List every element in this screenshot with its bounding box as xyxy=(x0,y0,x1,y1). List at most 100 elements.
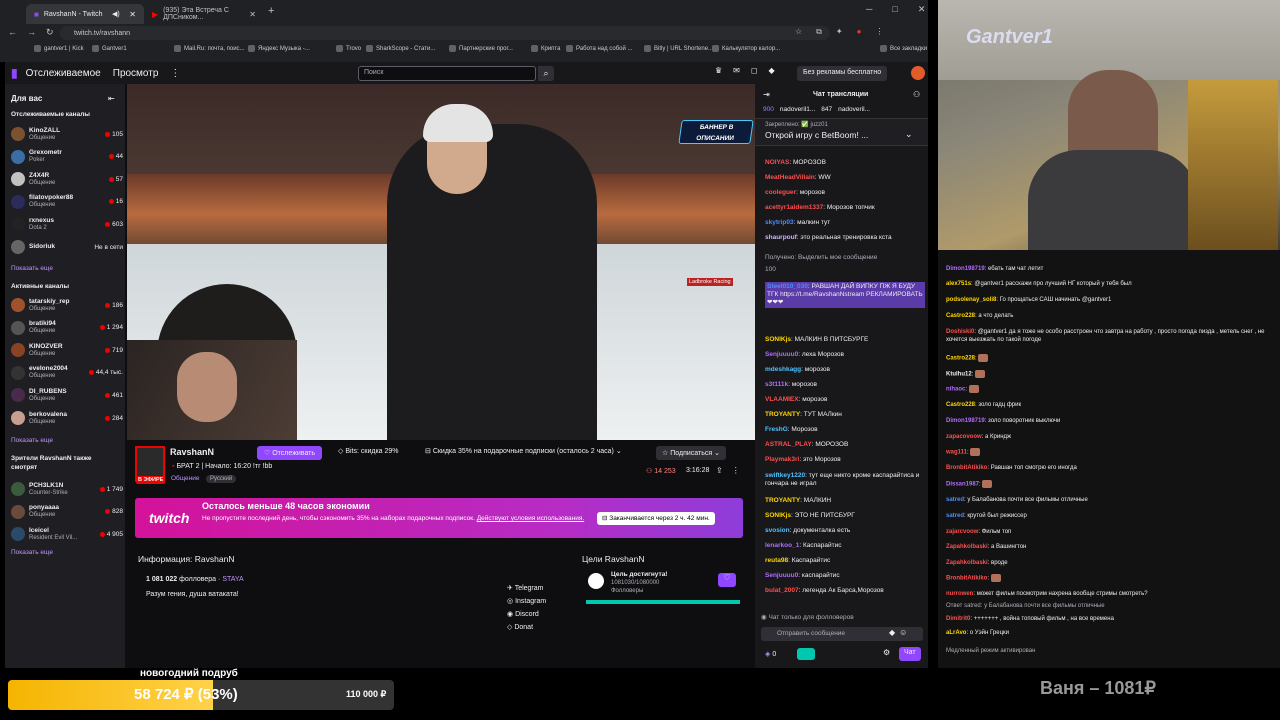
chat-username[interactable]: bulat_2007 xyxy=(765,587,799,594)
chat-username[interactable]: swiftkey1220 xyxy=(765,472,805,479)
chevron-down-icon[interactable]: ⌄ xyxy=(905,129,913,140)
chat-username[interactable]: acettyr1aldem1337 xyxy=(765,204,823,211)
bookmark-item[interactable]: Яндекс Музыка -... xyxy=(248,45,310,52)
more-icon[interactable]: ⋮ xyxy=(732,466,740,475)
bits-icon[interactable]: ◆ xyxy=(769,66,775,75)
streamer-name[interactable]: RavshanN xyxy=(170,447,214,457)
bookmark-item[interactable]: Партнерские прог... xyxy=(449,45,513,52)
prime-icon[interactable]: ♛ xyxy=(715,66,722,75)
bookmark-item[interactable]: SharkScope - Стати... xyxy=(366,45,435,52)
reload-icon[interactable]: ↻ xyxy=(46,27,54,38)
leaderboard-entry[interactable]: nadoveril... xyxy=(838,106,870,113)
sidebar-channel[interactable]: ponyaaaa Общение 828 xyxy=(11,502,123,522)
channel-points[interactable]: ◈ 0 xyxy=(765,650,776,658)
social-link[interactable]: ✈ Telegram xyxy=(507,584,543,592)
sidebar-channel[interactable]: berkovalena Общение 284 xyxy=(11,408,123,428)
close-tab-icon[interactable]: ✕ xyxy=(249,10,256,19)
chat-username[interactable]: cooleguer xyxy=(765,189,796,196)
notifications-icon[interactable]: ◻ xyxy=(751,66,758,75)
share-icon[interactable]: ⇪ xyxy=(716,466,723,475)
bookmark-item[interactable]: Работа над собой ... xyxy=(566,45,632,52)
social-link[interactable]: ◎ Instagram xyxy=(507,597,546,605)
users-icon[interactable]: ⚇ xyxy=(913,90,920,99)
address-bar[interactable]: twitch.tv/ravshann xyxy=(60,26,830,40)
chat-username[interactable]: Playmak3ri xyxy=(765,456,799,463)
gift-icon[interactable] xyxy=(797,648,815,660)
social-link[interactable]: ◇ Donat xyxy=(507,623,533,631)
subs-discount[interactable]: ⊟ Скидка 35% на подарочные подписки (ост… xyxy=(425,447,622,455)
extension-icon[interactable]: ⧉ xyxy=(816,27,822,37)
collapse-chat-icon[interactable]: ⇥ xyxy=(763,90,770,99)
chat-username[interactable]: TROYANTY xyxy=(765,497,800,504)
chat-send-button[interactable]: Чат xyxy=(899,647,921,661)
bookmark-item[interactable]: Bitly | URL Shortene... xyxy=(644,45,713,52)
leaderboard-entry[interactable]: nadoveril1... xyxy=(780,106,815,113)
bookmark-item[interactable]: gantver1 | Kick xyxy=(34,45,84,52)
inbox-icon[interactable]: ✉ xyxy=(733,66,740,75)
show-more-followed[interactable]: Показать еще xyxy=(11,265,53,272)
sidebar-channel[interactable]: Sidoriuk Не в сети xyxy=(11,237,123,257)
more-icon[interactable]: ⋮ xyxy=(170,68,180,79)
mute-icon[interactable]: ◀) xyxy=(112,10,120,18)
emote-icon[interactable]: ☺ xyxy=(899,628,907,637)
chat-username[interactable]: MeatHeadVillain xyxy=(765,174,815,181)
sidebar-channel[interactable]: KinoZALL Общение 105 xyxy=(11,124,123,144)
sidebar-channel[interactable]: filatovpoker88 Общение 16 xyxy=(11,192,123,212)
sidebar-channel[interactable]: PCH3LK1N Counter-Strike 1 749 xyxy=(11,479,123,499)
bookmark-item[interactable]: Gantver1 xyxy=(92,45,127,52)
leaderboard-entry[interactable]: 847 xyxy=(821,106,832,113)
puzzle-icon[interactable]: ✦ xyxy=(836,27,843,37)
chat-username[interactable]: VLAAMIEX xyxy=(765,396,799,403)
chat-username[interactable]: Steel010_030 xyxy=(767,283,808,290)
chat-username[interactable]: mdeshkagg xyxy=(765,366,801,373)
chat-username[interactable]: Senjuuuu0 xyxy=(765,351,798,358)
twitch-logo-icon[interactable]: ▮ xyxy=(11,66,18,80)
chat-username[interactable]: svosion xyxy=(765,527,790,534)
heart-icon[interactable]: ♡ xyxy=(718,573,736,587)
chat-username[interactable]: reuta98 xyxy=(765,557,788,564)
bits-discount[interactable]: ◇ Bits: скидка 29% xyxy=(338,447,399,455)
sidebar-channel[interactable]: KINOZVER Общение 719 xyxy=(11,340,123,360)
close-tab-icon[interactable]: ✕ xyxy=(129,10,136,19)
chat-username[interactable]: shaurpouf xyxy=(765,234,797,241)
show-more-active[interactable]: Показать еще xyxy=(11,437,53,444)
nav-browse[interactable]: Просмотр xyxy=(113,68,159,79)
search-input[interactable]: Поиск xyxy=(358,66,536,81)
chat-username[interactable]: TROYANTY xyxy=(765,411,800,418)
maximize-icon[interactable]: □ xyxy=(892,4,897,15)
category-link[interactable]: Общение xyxy=(171,475,200,482)
bookmark-item[interactable]: Все закладки xyxy=(880,45,927,52)
language-tag[interactable]: Русский xyxy=(206,475,237,483)
collapse-icon[interactable]: ⇤ xyxy=(108,94,115,103)
search-icon[interactable]: ⌕ xyxy=(538,66,554,81)
sidebar-channel[interactable]: Grexometr Poker 44 xyxy=(11,147,123,167)
back-icon[interactable]: ← xyxy=(8,27,17,38)
nav-following[interactable]: Отслеживаемое xyxy=(26,68,101,79)
sidebar-channel[interactable]: rxnexus Dota 2 603 xyxy=(11,214,123,234)
sidebar-channel[interactable]: Z4X4R Общение 57 xyxy=(11,169,123,189)
minimize-icon[interactable]: ─ xyxy=(866,4,872,15)
chat-username[interactable]: skytrip03 xyxy=(765,219,794,226)
chat-username[interactable]: FreshG xyxy=(765,426,788,433)
promo-terms-link[interactable]: Действуют условия использования. xyxy=(477,515,584,522)
bookmark-item[interactable]: Mail.Ru: почта, поис... xyxy=(174,45,245,52)
new-tab-button[interactable]: + xyxy=(268,5,274,17)
sidebar-channel[interactable]: bratiki94 Общение 1 294 xyxy=(11,318,123,338)
chat-username[interactable]: Senjuuuu0 xyxy=(765,572,798,579)
sidebar-channel[interactable]: Iceicel Resident Evil Vil... 4 905 xyxy=(11,524,123,544)
sidebar-channel[interactable]: DI_RUBENS Общение 461 xyxy=(11,385,123,405)
sidebar-channel[interactable]: tatarskiy_rep Общение 186 xyxy=(11,295,123,315)
show-more-also[interactable]: Показать еще xyxy=(11,549,53,556)
bookmark-item[interactable]: Крипта xyxy=(531,45,560,52)
forward-icon[interactable]: → xyxy=(27,27,36,38)
sidebar-channel[interactable]: evelone2004 Общение 44,4 тыс. xyxy=(11,363,123,383)
subscribe-button[interactable]: ☆ Подписаться ⌄ xyxy=(656,446,727,460)
settings-icon[interactable]: ⚙ xyxy=(883,648,890,657)
tab-twitch[interactable]: ■ RavshanN - Twitch ◀) ✕ xyxy=(26,4,144,24)
pinned-message[interactable]: Закреплено: ✅ juzz01 Открой игру с BetBo… xyxy=(755,118,928,146)
follow-button[interactable]: ♡ Отслеживать xyxy=(257,446,323,460)
bookmark-item[interactable]: Trovo xyxy=(336,45,361,52)
bookmark-item[interactable]: Калькулятор калор... xyxy=(712,45,780,52)
bits-icon[interactable]: ◆ xyxy=(889,628,895,637)
chat-username[interactable]: lenarkoo_1 xyxy=(765,542,799,549)
